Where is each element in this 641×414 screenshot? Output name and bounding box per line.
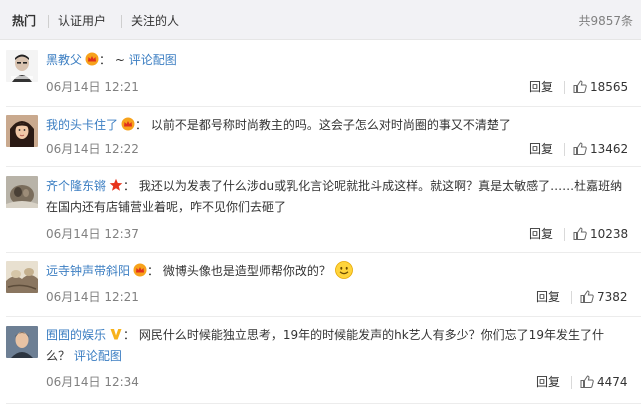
- comment-divider: [6, 403, 641, 404]
- comment-tabs-bar: 热门 认证用户 关注的人 共9857条: [0, 0, 641, 40]
- action-divider: [564, 81, 565, 94]
- action-divider: [564, 143, 565, 156]
- comment-item: 黑教父： ~ 评论配图 06月14日 12:21 回复 18565: [0, 41, 641, 106]
- comment-text: 微博头像也是造型师帮你改的？: [162, 264, 331, 278]
- verified-v-icon: [109, 327, 123, 347]
- comment-item: 远寺钟声带斜阳： 微博头像也是造型师帮你改的？ 06月14日 12:21 回复 …: [0, 252, 641, 316]
- avatar[interactable]: [6, 261, 38, 293]
- like-button[interactable]: 13462: [573, 142, 628, 156]
- thumbs-up-icon: [573, 80, 587, 93]
- comment-text: 在国内还有店铺营业着呢，咋不见你们去砸了: [46, 200, 287, 214]
- comment-text-line: 我的头卡住了： 以前不是都号称时尚教主的吗。这会子怎么对时尚圈的事又不清楚了: [46, 115, 629, 137]
- avatar[interactable]: [6, 326, 38, 358]
- like-count: 18565: [590, 80, 629, 94]
- comment-text: 以前不是都号称时尚教主的吗。这会子怎么对时尚圈的事又不清楚了: [150, 118, 511, 132]
- comment-divider: [6, 166, 641, 167]
- like-count: 10238: [590, 227, 629, 241]
- like-button[interactable]: 10238: [573, 227, 628, 241]
- like-count: 13462: [590, 142, 629, 156]
- comment-text: 我还以为发表了什么涉du或乳化言论呢就批斗成这样。就这啊？真是太敏感了……杜嘉班…: [138, 179, 623, 193]
- like-button[interactable]: 4474: [580, 375, 628, 389]
- tab-divider: [48, 15, 49, 28]
- reply-button[interactable]: 回复: [529, 227, 553, 241]
- reply-button[interactable]: 回复: [529, 80, 553, 94]
- comment-text-line: 在国内还有店铺营业着呢，咋不见你们去砸了: [46, 197, 629, 217]
- like-button[interactable]: 18565: [573, 80, 628, 94]
- comment-text-line: 齐个隆东锵： 我还以为发表了什么涉du或乳化言论呢就批斗成这样。就这啊？真是太敏…: [46, 176, 629, 198]
- comment-divider: [6, 252, 641, 253]
- thumbs-up-icon: [573, 142, 587, 155]
- comment-text: 么？: [46, 349, 71, 363]
- commenter-name[interactable]: 远寺钟声带斜阳: [46, 264, 130, 278]
- comment-time: 06月14日 12:22: [46, 142, 139, 156]
- commenter-name[interactable]: 囿囿的娱乐: [46, 328, 106, 342]
- reply-button[interactable]: 回复: [536, 375, 560, 389]
- red-star-icon: [109, 178, 123, 198]
- vip-crown-icon: [121, 117, 135, 137]
- like-count: 7382: [597, 290, 628, 304]
- comment-text: ~: [114, 53, 125, 67]
- reply-button[interactable]: 回复: [529, 142, 553, 156]
- comment-text: 网民什么时候能独立思考，19年的时候能发声的hk艺人有多少？你们忘了19年发生了…: [138, 328, 604, 342]
- action-divider: [571, 376, 572, 389]
- like-button[interactable]: 7382: [580, 290, 628, 304]
- tab-verified-users[interactable]: 认证用户: [58, 14, 106, 28]
- vip-crown-icon: [133, 263, 147, 283]
- comment-time: 06月14日 12:34: [46, 375, 139, 389]
- reply-button[interactable]: 回复: [536, 290, 560, 304]
- total-comment-count: 共9857条: [578, 14, 633, 28]
- comment-image-link[interactable]: 评论配图: [74, 349, 122, 363]
- thumbs-up-icon: [580, 290, 594, 303]
- commenter-name[interactable]: 黑教父: [46, 53, 82, 67]
- avatar[interactable]: [6, 50, 38, 82]
- comment-text-line: 囿囿的娱乐： 网民什么时候能独立思考，19年的时候能发声的hk艺人有多少？你们忘…: [46, 325, 629, 347]
- commenter-name[interactable]: 齐个隆东锵: [46, 179, 106, 193]
- tab-following[interactable]: 关注的人: [131, 14, 179, 28]
- comment-item: 囿囿的娱乐： 网民什么时候能独立思考，19年的时候能发声的hk艺人有多少？你们忘…: [0, 316, 641, 414]
- comment-text-line: 么？ 评论配图: [46, 346, 629, 366]
- action-divider: [564, 228, 565, 241]
- comment-divider: [6, 316, 641, 317]
- tab-hot[interactable]: 热门: [12, 14, 36, 28]
- avatar[interactable]: [6, 176, 38, 208]
- action-divider: [571, 291, 572, 304]
- avatar[interactable]: [6, 115, 38, 147]
- comment-text-line: 远寺钟声带斜阳： 微博头像也是造型师帮你改的？: [46, 261, 629, 285]
- commenter-name[interactable]: 我的头卡住了: [46, 118, 118, 132]
- comment-item: 我的头卡住了： 以前不是都号称时尚教主的吗。这会子怎么对时尚圈的事又不清楚了 0…: [0, 106, 641, 166]
- tab-divider: [121, 15, 122, 28]
- thumbs-up-icon: [580, 375, 594, 388]
- comment-image-link[interactable]: 评论配图: [129, 53, 177, 67]
- vip-crown-icon: [85, 52, 99, 72]
- comment-time: 06月14日 12:21: [46, 290, 139, 304]
- comment-time: 06月14日 12:21: [46, 80, 139, 94]
- comment-time: 06月14日 12:37: [46, 227, 139, 241]
- smiley-face-icon: [334, 261, 353, 285]
- comment-text-line: 黑教父： ~ 评论配图: [46, 50, 629, 72]
- comment-item: 齐个隆东锵： 我还以为发表了什么涉du或乳化言论呢就批斗成这样。就这啊？真是太敏…: [0, 166, 641, 252]
- thumbs-up-icon: [573, 227, 587, 240]
- comment-divider: [6, 106, 641, 107]
- like-count: 4474: [597, 375, 628, 389]
